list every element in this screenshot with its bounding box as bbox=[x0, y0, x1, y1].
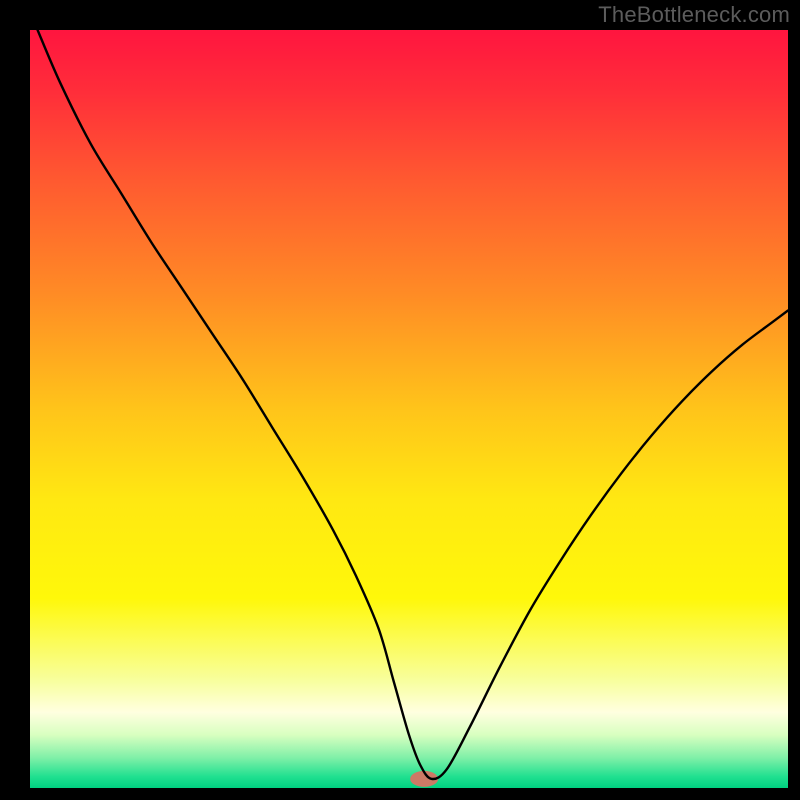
watermark-label: TheBottleneck.com bbox=[598, 2, 790, 28]
plot-area bbox=[30, 30, 788, 788]
chart-frame: TheBottleneck.com bbox=[0, 0, 800, 800]
bottleneck-curve bbox=[38, 30, 788, 779]
chart-svg bbox=[30, 30, 788, 788]
